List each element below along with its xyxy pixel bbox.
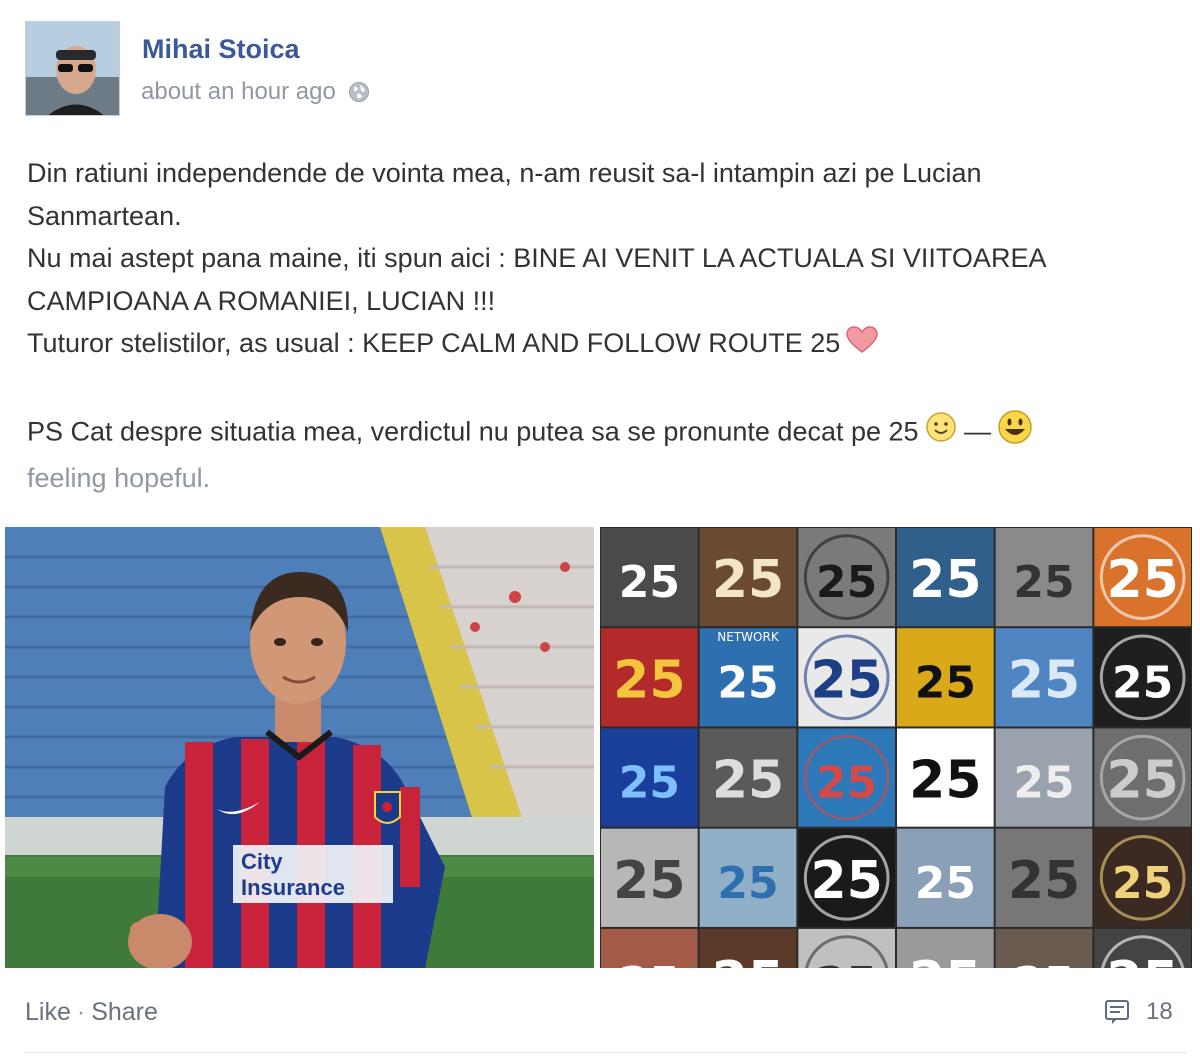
- mosaic-tile: 25: [1094, 928, 1191, 968]
- mosaic-tile-label: 25: [1106, 751, 1178, 811]
- author-avatar[interactable]: [25, 21, 120, 116]
- mosaic-tile-label: 25: [909, 751, 981, 811]
- mosaic-tile: 25: [897, 628, 994, 727]
- mosaic-tile-label: 25: [1008, 851, 1080, 911]
- mosaic-tile: 25: [798, 928, 895, 968]
- mosaic-image: 25 25 25 25 25 2525 25NETWORK25 25 25 2525 25 25 25 2…: [601, 528, 1191, 968]
- mosaic-tile-label: 25: [915, 858, 976, 909]
- mosaic-tile-label: 25: [810, 650, 882, 710]
- mosaic-tile: 25: [601, 828, 698, 927]
- mosaic-tile-label: 25: [613, 650, 685, 710]
- mosaic-tile: 25: [995, 828, 1093, 927]
- mosaic-tile-label: 25: [810, 851, 882, 911]
- post-line: Tuturor stelistilor, as usual : KEEP CAL…: [27, 322, 1187, 366]
- ps-dash: —: [964, 416, 992, 446]
- mosaic-tile-label: 25: [1008, 650, 1080, 710]
- mosaic-tile-label: 25: [1013, 557, 1074, 608]
- mosaic-tile-label: 25: [1013, 958, 1074, 968]
- ps-text: PS Cat despre situatia mea, verdictul nu…: [27, 416, 919, 446]
- post-text: Din ratiuni independende de vointa mea, …: [27, 152, 1187, 500]
- mosaic-tile-label: 25: [717, 657, 778, 708]
- mosaic-tile: 25: [1094, 828, 1191, 927]
- post-ps-line: PS Cat despre situatia mea, verdictul nu…: [27, 409, 1187, 458]
- mosaic-tile: 25: [601, 628, 698, 727]
- mosaic-tile-label: 25: [717, 858, 778, 909]
- mosaic-tile: 25: [995, 728, 1093, 827]
- post-meta: about an hour ago: [141, 78, 370, 106]
- mosaic-tile-label: 25: [909, 550, 981, 610]
- heart-icon: [846, 324, 879, 367]
- mosaic-tile-label: 25: [619, 557, 680, 608]
- post-line-text: Tuturor stelistilor, as usual : KEEP CAL…: [27, 328, 841, 358]
- player-photo-image: City Insurance: [5, 527, 594, 968]
- mosaic-tile: 25: [699, 828, 797, 927]
- mosaic-tile: 25: [699, 528, 797, 627]
- mosaic-tile-label: 25: [1112, 657, 1173, 708]
- mosaic-tile: 25: [1094, 628, 1191, 727]
- mosaic-tile-label: 25: [915, 657, 976, 708]
- mosaic-tile: 25: [897, 528, 994, 627]
- mosaic-tile: 25: [1094, 728, 1191, 827]
- mosaic-tile: 25: [699, 928, 797, 968]
- avatar-photo: [26, 22, 119, 115]
- mosaic-tile-label: 25: [619, 758, 680, 809]
- shirt-sponsor-text: City: [241, 849, 283, 874]
- post-line: Nu mai astept pana maine, iti spun aici …: [27, 243, 1047, 273]
- mosaic-tile-label: 25: [619, 958, 680, 968]
- footer-divider: [25, 1052, 1187, 1053]
- mosaic-tile-label: 25: [816, 958, 877, 968]
- action-separator: ·: [76, 998, 86, 1026]
- like-link[interactable]: Like: [25, 998, 71, 1026]
- mosaic-tile: 25: [798, 828, 895, 927]
- mosaic-tile-label: 25: [613, 851, 685, 911]
- mosaic-tile: 25: [601, 528, 698, 627]
- post-line: CAMPIOANA A ROMANIEI, LUCIAN !!!: [27, 285, 496, 316]
- grin-emoji-icon: [997, 409, 1033, 458]
- mosaic-tile: 25: [897, 828, 994, 927]
- mosaic-tile: 25: [601, 928, 698, 968]
- mosaic-tile: 25: [798, 728, 895, 827]
- mosaic-tile: 25: [601, 728, 698, 827]
- mosaic-tile: 25: [897, 928, 994, 968]
- mosaic-tile-label: 25: [1013, 758, 1074, 809]
- feeling-text[interactable]: feeling hopeful.: [27, 457, 1187, 500]
- mosaic-tile: 25: [699, 728, 797, 827]
- mosaic-tile-label: 25: [816, 758, 877, 809]
- author-name-link[interactable]: Mihai Stoica: [142, 34, 300, 65]
- post-timestamp[interactable]: about an hour ago: [141, 78, 336, 106]
- post-line: Sanmartean.: [27, 200, 182, 231]
- smile-emoji-icon: [925, 411, 957, 456]
- comment-count: 18: [1146, 998, 1173, 1025]
- mosaic-tile-label: 25: [1106, 951, 1178, 968]
- mosaic-tile-label: 25: [712, 751, 784, 811]
- mosaic-tile-label: 25: [712, 550, 784, 610]
- mosaic-tile: 25: [1094, 528, 1191, 627]
- shirt-sponsor-text-2: Insurance: [241, 875, 345, 900]
- mosaic-tile-label: 25: [909, 951, 981, 968]
- photo-mosaic-25[interactable]: 25 25 25 25 25 25 25 25 NETWORK 25 25 25 25 25 25 25 25 2…: [600, 527, 1192, 968]
- mosaic-tile: 25: [995, 928, 1093, 968]
- share-link[interactable]: Share: [91, 998, 158, 1026]
- mosaic-tile: 25: [995, 628, 1093, 727]
- mosaic-tile-label: 25: [712, 951, 784, 968]
- globe-icon[interactable]: [348, 81, 370, 103]
- mosaic-tile-label: 25: [1112, 858, 1173, 909]
- post-actions: Like · Share: [25, 998, 158, 1027]
- mosaic-tile-label: 25: [816, 557, 877, 608]
- photo-player[interactable]: City Insurance: [5, 527, 594, 968]
- comment-icon: [1105, 1000, 1129, 1024]
- post-line: Din ratiuni independende de vointa mea, …: [27, 158, 982, 188]
- mosaic-tile: 25: [798, 628, 895, 727]
- mosaic-tile-label: 25: [1106, 550, 1178, 610]
- mosaic-tile: 25: [897, 728, 994, 827]
- mosaic-tile: 25: [798, 528, 895, 627]
- mosaic-tile: 25: [995, 528, 1093, 627]
- mosaic-network-label: NETWORK: [717, 630, 780, 644]
- comment-count-button[interactable]: 18: [1104, 998, 1173, 1026]
- mosaic-tile: 25 NETWORK: [699, 628, 797, 727]
